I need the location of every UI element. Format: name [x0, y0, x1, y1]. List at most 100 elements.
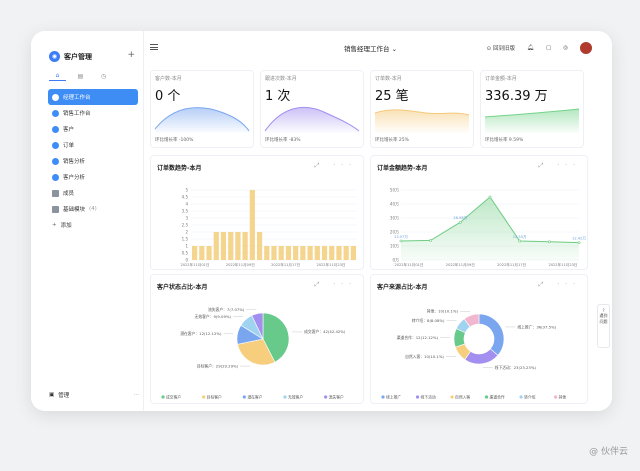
sidebar-footer[interactable]: ▣ 管理 ··· — [49, 391, 139, 399]
kpi-card[interactable]: 订单金额-本月 336.39 万 环比增长率 9.59% — [480, 70, 584, 148]
old-version-button[interactable]: ⊙ 回到旧版 — [487, 44, 515, 52]
kpi-sparkline — [154, 107, 250, 133]
legend-label: 无效客户 — [288, 394, 303, 399]
more-icon[interactable]: ··· — [134, 392, 139, 398]
customer-status-pie-chart: 成交客户：42(42.42%) 目标客户：29(29.29%) 潜在客户：12(12… — [161, 307, 346, 399]
pie-slice — [478, 313, 505, 356]
x-tick-label: 2022年11月01日 — [180, 262, 209, 267]
slice-label: 流失客户：7(7.07%) — [208, 307, 245, 312]
y-tick-label: 10万 — [390, 243, 399, 248]
x-tick-label: 2022年11月17日 — [271, 262, 300, 267]
bar — [307, 246, 313, 260]
kpi-card[interactable]: 客户数-本月 0 个 环比增长率 -100% — [150, 70, 254, 148]
chart-icon — [52, 157, 59, 165]
kpi-area — [155, 107, 249, 133]
y-tick-label: 20万 — [390, 229, 399, 234]
slice-label: 潜在客户：12(12.12%) — [180, 331, 222, 336]
legend-label: 成交客户 — [166, 394, 181, 399]
legend-label: 其他 — [559, 394, 567, 399]
bar — [242, 232, 248, 260]
data-point — [488, 195, 492, 199]
notification-icon[interactable]: 🔔︎ — [527, 45, 534, 51]
kpi-card[interactable]: 跟进次数-本月 1 次 环比增长率 -83% — [260, 70, 364, 148]
kpi-card[interactable]: 订单数-本月 25 笔 环比增长率 25% — [370, 70, 474, 148]
legend-label: 转介绍 — [524, 394, 536, 399]
kpi-area — [485, 109, 579, 133]
sidebar-item-customer-analysis[interactable]: 客户分析 — [48, 169, 138, 185]
help-button[interactable]: ? 遇到问题 — [597, 304, 610, 348]
data-point — [399, 239, 403, 243]
sidebar-item-label: 客户分析 — [63, 175, 86, 181]
data-label: 26.98万 — [453, 216, 467, 220]
sidebar-item-base-modules[interactable]: 基础模块 (4) — [48, 201, 138, 217]
y-tick-label: 4 — [185, 201, 188, 206]
sidebar-item-label: 添加 — [60, 223, 72, 229]
app-header: ◉ 客户管理 — [49, 51, 92, 62]
bar — [249, 190, 255, 260]
add-icon[interactable]: + — [127, 50, 135, 60]
data-point — [429, 239, 433, 242]
legend-swatch — [519, 395, 523, 399]
sidebar-item-label: 销售工作台 — [63, 111, 91, 117]
data-point — [547, 240, 551, 244]
y-tick-label: 1 — [185, 243, 188, 248]
menu-icon[interactable] — [150, 44, 158, 50]
sidebar-item-label: 销售分析 — [63, 159, 86, 165]
sidebar-item-add[interactable]: + 添加 — [48, 217, 138, 233]
watermark: @ 伙伴云 — [589, 447, 628, 457]
card-actions[interactable]: ⤢ ··· — [539, 281, 581, 289]
legend-swatch — [450, 395, 454, 399]
legend-label: 自然入客 — [455, 394, 470, 399]
sidebar-item-customers[interactable]: 客户 — [48, 121, 138, 137]
folder-tab-icon[interactable]: ▤ — [72, 71, 89, 81]
bar — [336, 246, 342, 260]
sidebar-item-sales-dashboard[interactable]: 销售工作台 — [48, 105, 138, 121]
legend-swatch — [283, 395, 287, 399]
bar — [192, 246, 198, 260]
kpi-sparkline — [484, 108, 580, 133]
x-tick-label: 2022年11月09日 — [226, 262, 255, 267]
briefcase-icon[interactable]: ▢ — [546, 45, 551, 51]
y-tick-label: 0万 — [392, 257, 399, 262]
data-label: 13.55万 — [513, 235, 527, 239]
legend-label: 渠道合作 — [490, 394, 505, 399]
bar — [300, 246, 306, 260]
chart-title: 客户来源占比-本月 — [377, 284, 428, 291]
order-count-bar-chart: 0 0.5 1 1.5 2 2.5 3 3.5 4 4.5 5 2022年11月01日 2022年11月… — [180, 187, 357, 267]
card-actions[interactable]: ⤢ ··· — [539, 162, 581, 170]
x-tick-label: 2022年11月09日 — [446, 262, 475, 267]
settings-icon: ▣ — [49, 392, 55, 398]
compass-icon[interactable]: ◎ — [563, 45, 568, 51]
page-title[interactable]: 销售经理工作台 ⌄ — [344, 43, 397, 53]
dashboard-icon — [52, 93, 59, 101]
members-icon — [52, 189, 59, 197]
bar — [213, 232, 219, 260]
sidebar-item-members[interactable]: 成员 — [48, 185, 138, 201]
old-version-label: 回到旧版 — [492, 46, 515, 52]
manage-label: 管理 — [58, 393, 70, 399]
sidebar-item-orders[interactable]: 订单 — [48, 137, 138, 153]
bar — [206, 246, 212, 260]
home-tab-icon[interactable]: ⌂ — [49, 71, 66, 81]
card-actions[interactable]: ⤢ ··· — [315, 281, 357, 289]
kpi-area — [265, 107, 359, 133]
sidebar-item-sales-analysis[interactable]: 销售分析 — [48, 153, 138, 169]
y-tick-label: 50万 — [390, 187, 399, 192]
y-tick-label: 5 — [185, 187, 188, 192]
bar — [271, 246, 277, 260]
clock-tab-icon[interactable]: ◷ — [95, 71, 112, 81]
bar — [314, 246, 320, 260]
order-amount-area-chart: 0万 10万 20万 30万 40万 50万 13.57万 26.98万 13.55万 12.42… — [390, 187, 586, 267]
bar — [343, 246, 349, 260]
sidebar-item-manager-dashboard[interactable]: 经理工作台 — [48, 89, 138, 105]
customer-status-chart-card: 客户状态占比-本月 ⤢ ··· 成交客户：42(42.42%) 目标客户：29(2… — [150, 274, 364, 404]
bar — [321, 246, 328, 260]
module-count: (4) — [89, 206, 97, 212]
avatar[interactable] — [580, 42, 592, 54]
card-actions[interactable]: ⤢ ··· — [315, 162, 357, 170]
sidebar-item-label: 经理工作台 — [63, 95, 91, 101]
app-name: 客户管理 — [64, 52, 92, 61]
slice-label: 线下活动：23(23.23%) — [495, 365, 537, 370]
data-point — [458, 220, 462, 224]
legend-swatch — [553, 395, 558, 399]
